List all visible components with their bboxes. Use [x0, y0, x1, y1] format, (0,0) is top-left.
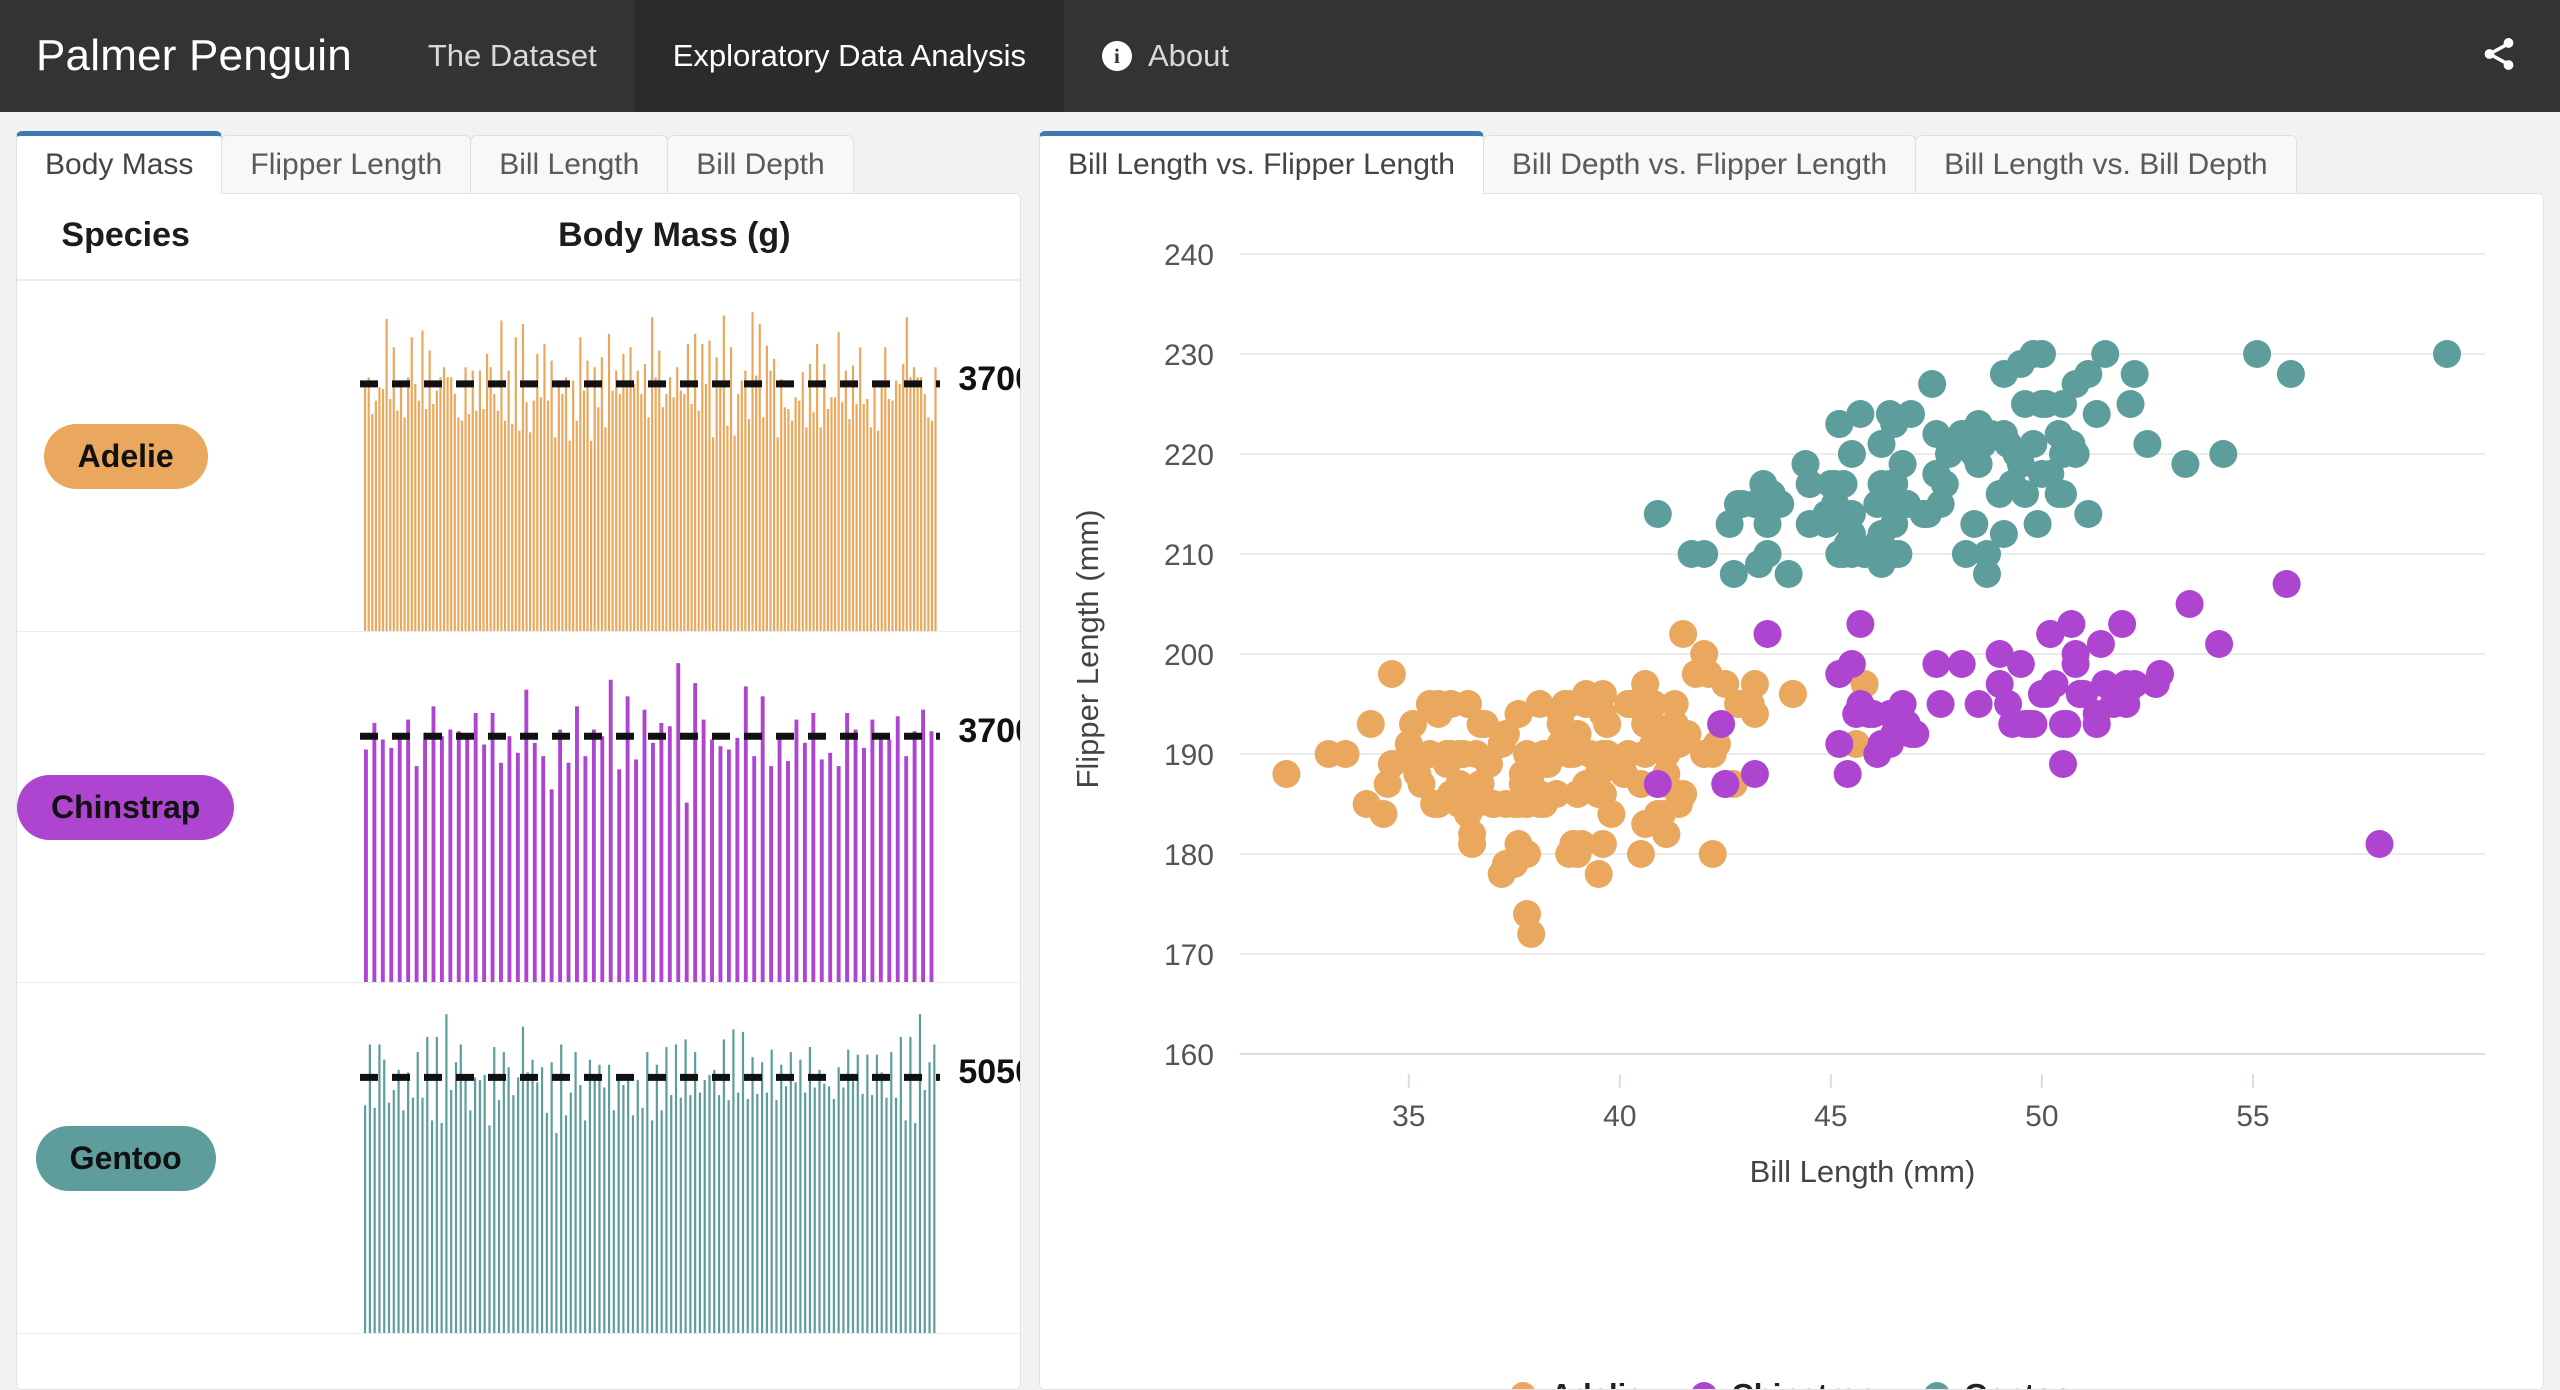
- nav-item-label: About: [1147, 38, 1229, 73]
- right-panel: Bill Length vs. Flipper Length Bill Depth…: [1039, 130, 2544, 1390]
- svg-text:45: 45: [1814, 1100, 1847, 1133]
- mean-value-label: 5050: [958, 1053, 1020, 1092]
- svg-text:Flipper Length (mm): Flipper Length (mm): [1070, 509, 1105, 788]
- share-icon: [2480, 35, 2518, 78]
- legend-label: Adelie: [1550, 1377, 1643, 1389]
- mean-value-label: 3700: [958, 359, 1020, 398]
- mean-value-label: 3700: [958, 712, 1020, 751]
- top-navbar: Palmer Penguin The Dataset Exploratory Da…: [0, 0, 2560, 112]
- svg-text:180: 180: [1164, 839, 1214, 872]
- table-row: Gentoo 5050: [17, 982, 1020, 1334]
- legend-item-gentoo[interactable]: Gentoo: [1924, 1377, 2073, 1389]
- table-header-row: Species Body Mass (g): [17, 194, 1020, 281]
- svg-text:240: 240: [1164, 239, 1214, 272]
- right-tabs: Bill Length vs. Flipper Length Bill Depth…: [1039, 130, 2544, 194]
- status-badge: Gentoo: [35, 1125, 216, 1191]
- nav-item-about[interactable]: i About: [1064, 0, 1267, 112]
- left-tabs: Body Mass Flipper Length Bill Length Bill D…: [16, 130, 1021, 194]
- scatter-svg: 160 170 180 190 200 210 220 230 240 35 40 45 50 55 Bil…: [1070, 239, 2485, 1189]
- svg-text:220: 220: [1164, 439, 1214, 472]
- svg-text:35: 35: [1392, 1100, 1425, 1133]
- sparkline-chart: 3700: [234, 281, 1020, 631]
- nav-item-the-dataset[interactable]: The Dataset: [390, 0, 635, 112]
- left-panel-card: Species Body Mass (g) Adelie3700Chinstra…: [16, 193, 1021, 1390]
- left-panel: Body Mass Flipper Length Bill Length Bill D…: [16, 130, 1021, 1390]
- species-cell: Adelie: [17, 280, 235, 632]
- svg-text:50: 50: [2025, 1100, 2058, 1133]
- series-adelie: [1272, 620, 1888, 948]
- column-header-species: Species: [17, 194, 235, 281]
- tab-bill-length-vs-bill-depth[interactable]: Bill Length vs. Bill Depth: [1915, 135, 2297, 193]
- status-badge: Chinstrap: [17, 774, 235, 840]
- sparkline-cell: 3700: [234, 280, 1020, 632]
- main-content: Body Mass Flipper Length Bill Length Bill D…: [0, 112, 2560, 1390]
- svg-text:160: 160: [1164, 1039, 1214, 1072]
- legend-color-swatch: [1691, 1382, 1718, 1389]
- nav-item-label: The Dataset: [427, 38, 597, 73]
- tab-bill-depth-vs-flipper-length[interactable]: Bill Depth vs. Flipper Length: [1482, 135, 1917, 193]
- table-row: Adelie 3700: [17, 280, 1020, 632]
- series-gentoo: [1643, 340, 2461, 588]
- legend-item-adelie[interactable]: Adelie: [1510, 1377, 1643, 1389]
- svg-text:55: 55: [2236, 1100, 2269, 1133]
- share-button[interactable]: [2480, 0, 2530, 112]
- tab-bill-length[interactable]: Bill Length: [470, 135, 669, 193]
- legend-label: Chinstrap: [1731, 1377, 1876, 1389]
- svg-text:170: 170: [1164, 939, 1214, 972]
- column-header-metric: Body Mass (g): [234, 194, 1020, 281]
- svg-text:210: 210: [1164, 539, 1214, 572]
- svg-text:200: 200: [1164, 639, 1214, 672]
- scatter-legend: Adelie Chinstrap Gentoo: [1040, 1377, 2543, 1389]
- species-cell: Gentoo: [17, 982, 235, 1334]
- info-icon: i: [1101, 41, 1132, 71]
- species-table: Species Body Mass (g) Adelie3700Chinstra…: [17, 194, 1020, 1334]
- sparkline-chart: 3700: [234, 632, 1020, 982]
- tab-bill-depth[interactable]: Bill Depth: [667, 135, 854, 193]
- right-panel-card: 160 170 180 190 200 210 220 230 240 35 40 45 50 55 Bil…: [1039, 193, 2544, 1390]
- tab-bill-length-vs-flipper-length[interactable]: Bill Length vs. Flipper Length: [1039, 131, 1484, 194]
- sparkline-cell: 3700: [234, 631, 1020, 983]
- scatter-plot[interactable]: 160 170 180 190 200 210 220 230 240 35 40 45 50 55 Bil…: [1040, 194, 2543, 1389]
- svg-text:40: 40: [1603, 1100, 1636, 1133]
- legend-label: Gentoo: [1964, 1377, 2073, 1389]
- app-brand[interactable]: Palmer Penguin: [0, 0, 390, 112]
- sparkline-chart: 5050: [234, 983, 1020, 1333]
- legend-color-swatch: [1510, 1382, 1537, 1389]
- tab-flipper-length[interactable]: Flipper Length: [221, 135, 472, 193]
- table-row: Chinstrap 3700: [17, 631, 1020, 983]
- svg-text:Bill Length (mm): Bill Length (mm): [1750, 1154, 1976, 1189]
- legend-item-chinstrap[interactable]: Chinstrap: [1691, 1377, 1876, 1389]
- status-badge: Adelie: [43, 423, 208, 489]
- nav-items: The Dataset Exploratory Data Analysis i Abo…: [390, 0, 1267, 112]
- tab-body-mass[interactable]: Body Mass: [16, 131, 223, 194]
- svg-text:230: 230: [1164, 339, 1214, 372]
- legend-color-swatch: [1924, 1382, 1951, 1389]
- nav-item-exploratory-data-analysis[interactable]: Exploratory Data Analysis: [634, 0, 1064, 112]
- table-body: Adelie 3700 Chinstrap 3700 Gentoo 5050: [17, 280, 1020, 1334]
- species-cell: Chinstrap: [17, 631, 235, 983]
- nav-item-label: Exploratory Data Analysis: [672, 38, 1026, 73]
- svg-text:190: 190: [1164, 739, 1214, 772]
- sparkline-cell: 5050: [234, 982, 1020, 1334]
